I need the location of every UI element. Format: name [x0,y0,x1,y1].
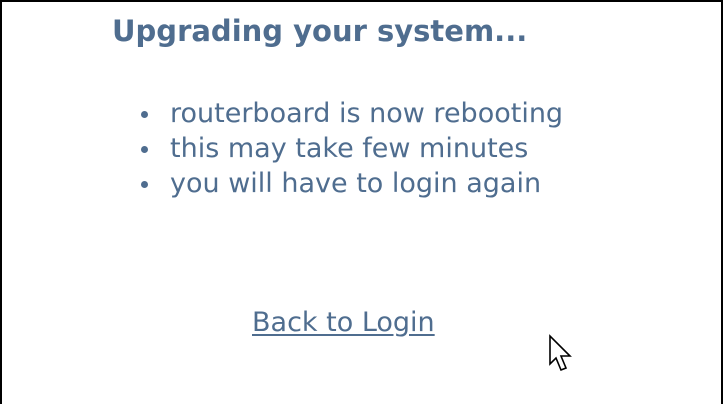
list-item: you will have to login again [138,166,563,201]
status-list: routerboard is now rebooting this may ta… [138,96,563,201]
bullet-icon [141,181,148,188]
bullet-icon [141,111,148,118]
status-item-text: this may take few minutes [170,133,529,164]
bullet-icon [141,146,148,153]
page-frame: Upgrading your system... routerboard is … [0,0,723,404]
status-item-text: you will have to login again [170,168,542,199]
page-title: Upgrading your system... [112,14,528,48]
list-item: routerboard is now rebooting [138,96,563,131]
back-to-login-link[interactable]: Back to Login [252,307,435,338]
status-item-text: routerboard is now rebooting [170,98,564,129]
list-item: this may take few minutes [138,131,563,166]
mouse-pointer-icon [549,334,572,372]
